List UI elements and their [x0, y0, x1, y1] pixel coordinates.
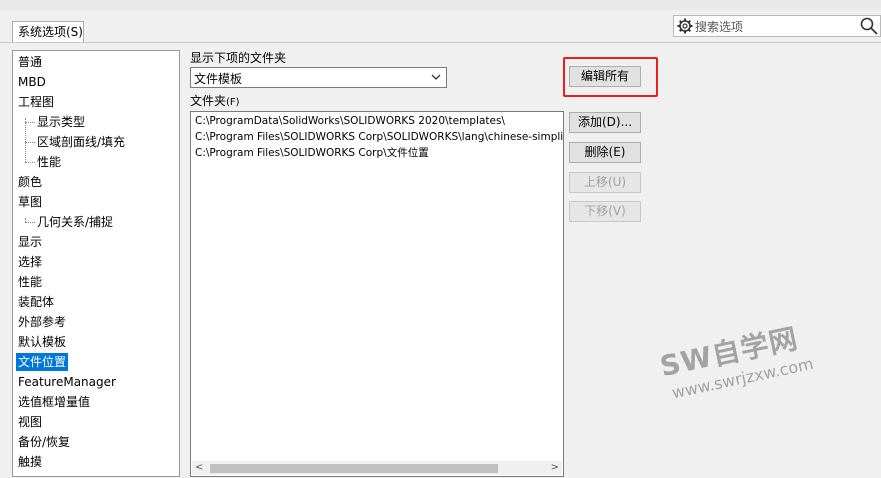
options-tree: 普通 MBD 工程图 显示类型 区域剖面线/填充 性能 颜色 草图 几何关系/捕… — [12, 50, 180, 477]
tree-item-performance[interactable]: 性能 — [18, 273, 42, 291]
tree-item-spin-box-increments[interactable]: 选值框增量值 — [18, 393, 90, 411]
folders-label-hotkey: (F) — [226, 97, 240, 108]
tree-item-assemblies[interactable]: 装配体 — [18, 293, 54, 311]
tree-item-selection[interactable]: 选择 — [18, 253, 42, 271]
folders-label: 文件夹(F) — [190, 92, 240, 109]
folder-path-item[interactable]: C:\Program Files\SOLIDWORKS Corp\SOLIDWO… — [195, 130, 563, 145]
tree-connector — [25, 142, 35, 143]
tree-item-display-style[interactable]: 显示类型 — [37, 113, 85, 131]
horizontal-scrollbar[interactable]: < > — [192, 461, 562, 475]
tree-item-view[interactable]: 视图 — [18, 413, 42, 431]
tree-item-mbd[interactable]: MBD — [18, 73, 46, 91]
scroll-left-icon[interactable]: < — [195, 462, 203, 473]
gear-icon — [677, 18, 693, 34]
move-down-button[interactable]: 下移(V) — [569, 201, 641, 222]
folders-label-text: 文件夹 — [190, 94, 227, 108]
folder-type-value: 文件模板 — [194, 72, 243, 86]
tree-item-drawings[interactable]: 工程图 — [18, 93, 54, 111]
tree-item-backup-recover[interactable]: 备份/恢复 — [18, 433, 70, 451]
folder-type-dropdown[interactable]: 文件模板 — [190, 67, 447, 88]
folder-type-label: 显示下项的文件夹 — [190, 51, 287, 65]
tree-connector — [25, 118, 26, 162]
tree-item-sketch[interactable]: 草图 — [18, 193, 42, 211]
tree-item-external-references[interactable]: 外部参考 — [18, 313, 66, 331]
tab-system-options[interactable]: 系统选项(S) — [12, 21, 84, 42]
tree-connector — [25, 222, 35, 223]
tree-connector — [25, 162, 35, 163]
search-options-box[interactable]: 搜索选项 — [673, 15, 881, 37]
search-icon[interactable] — [860, 17, 878, 35]
tree-item-featuremanager[interactable]: FeatureManager — [18, 373, 116, 391]
tree-item-general[interactable]: 普通 — [18, 53, 42, 71]
tree-item-drawing-performance[interactable]: 性能 — [37, 153, 61, 171]
tree-item-file-locations[interactable]: 文件位置 — [16, 353, 69, 371]
tree-item-touch[interactable]: 触摸 — [18, 453, 42, 471]
tree-item-colors[interactable]: 颜色 — [18, 173, 42, 191]
search-placeholder: 搜索选项 — [695, 20, 744, 34]
tree-item-default-templates[interactable]: 默认模板 — [18, 333, 66, 351]
delete-button[interactable]: 删除(E) — [569, 142, 641, 163]
scroll-right-icon[interactable]: > — [551, 462, 559, 473]
move-up-button[interactable]: 上移(U) — [569, 172, 641, 193]
window-title-strip — [0, 0, 881, 10]
folder-path-item[interactable]: C:\ProgramData\SolidWorks\SOLIDWORKS 202… — [195, 114, 505, 129]
chevron-down-icon — [431, 74, 441, 80]
edit-all-button[interactable]: 编辑所有 — [569, 66, 641, 87]
tree-connector — [25, 122, 35, 123]
tree-item-display[interactable]: 显示 — [18, 233, 42, 251]
folders-list[interactable]: C:\ProgramData\SolidWorks\SOLIDWORKS 202… — [190, 111, 564, 477]
tree-item-area-hatch[interactable]: 区域剖面线/填充 — [37, 133, 125, 151]
folder-path-item[interactable]: C:\Program Files\SOLIDWORKS Corp\文件位置 — [195, 146, 429, 161]
tree-item-relations-snaps[interactable]: 几何关系/捕捉 — [37, 213, 113, 231]
add-button[interactable]: 添加(D)... — [569, 112, 641, 133]
scrollbar-thumb[interactable] — [210, 464, 498, 473]
